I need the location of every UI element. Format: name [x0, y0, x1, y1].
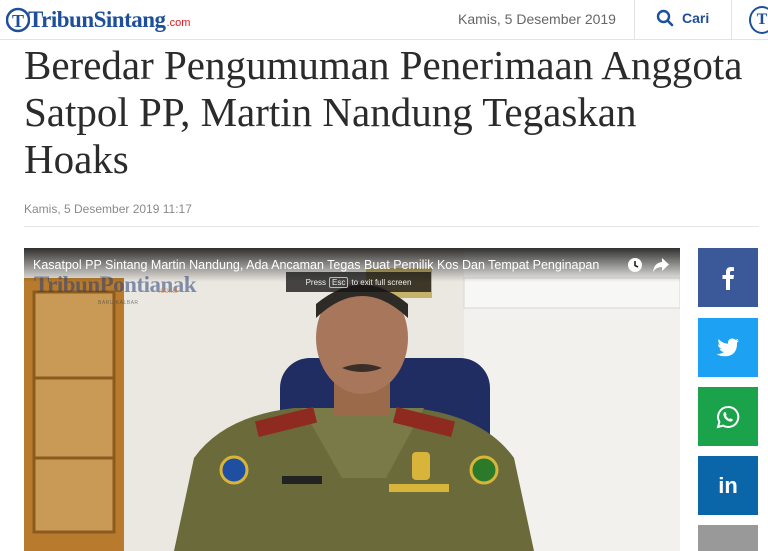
share-facebook-button[interactable] [698, 248, 758, 307]
fullscreen-exit-hint: Press Esc to exit full screen [286, 272, 431, 292]
search-button[interactable]: Cari [656, 9, 709, 27]
header-divider [634, 0, 635, 40]
linkedin-icon: in [718, 472, 738, 498]
share-more-button[interactable] [698, 525, 758, 551]
esc-hint-suffix: to exit full screen [351, 277, 412, 287]
tribun-network-icon[interactable]: T [749, 6, 768, 34]
video-title[interactable]: Kasatpol PP Sintang Martin Nandung, Ada … [33, 258, 599, 272]
article-title: Beredar Pengumuman Penerimaan Anggota Sa… [24, 42, 743, 182]
video-player[interactable]: Kasatpol PP Sintang Martin Nandung, Ada … [24, 248, 680, 551]
share-arrow-icon[interactable] [652, 257, 670, 273]
share-twitter-button[interactable] [698, 318, 758, 377]
watermark-suffix: .co.id [158, 286, 178, 295]
share-whatsapp-button[interactable] [698, 387, 758, 446]
share-linkedin-button[interactable]: in [698, 456, 758, 515]
site-header: T TribunSintang .com Kamis, 5 Desember 2… [0, 0, 768, 40]
header-date: Kamis, 5 Desember 2019 [458, 11, 616, 27]
svg-text:T: T [12, 11, 24, 31]
search-icon [656, 9, 674, 27]
search-label: Cari [682, 10, 710, 26]
whatsapp-icon [716, 405, 740, 428]
watermark-tagline: BARU KALBAR [98, 300, 139, 306]
site-logo[interactable]: T TribunSintang .com [6, 4, 190, 36]
header-divider [731, 0, 732, 40]
facebook-icon [722, 266, 734, 290]
logo-text: TribunSintang [28, 7, 166, 32]
divider [24, 226, 759, 227]
watch-later-icon[interactable] [628, 258, 642, 272]
publish-date: Kamis, 5 Desember 2019 11:17 [24, 202, 192, 216]
esc-hint-prefix: Press [305, 277, 327, 287]
esc-key: Esc [329, 276, 349, 288]
logo-t-icon: T [6, 7, 30, 33]
twitter-icon [716, 338, 739, 356]
logo-suffix: .com [166, 17, 191, 29]
